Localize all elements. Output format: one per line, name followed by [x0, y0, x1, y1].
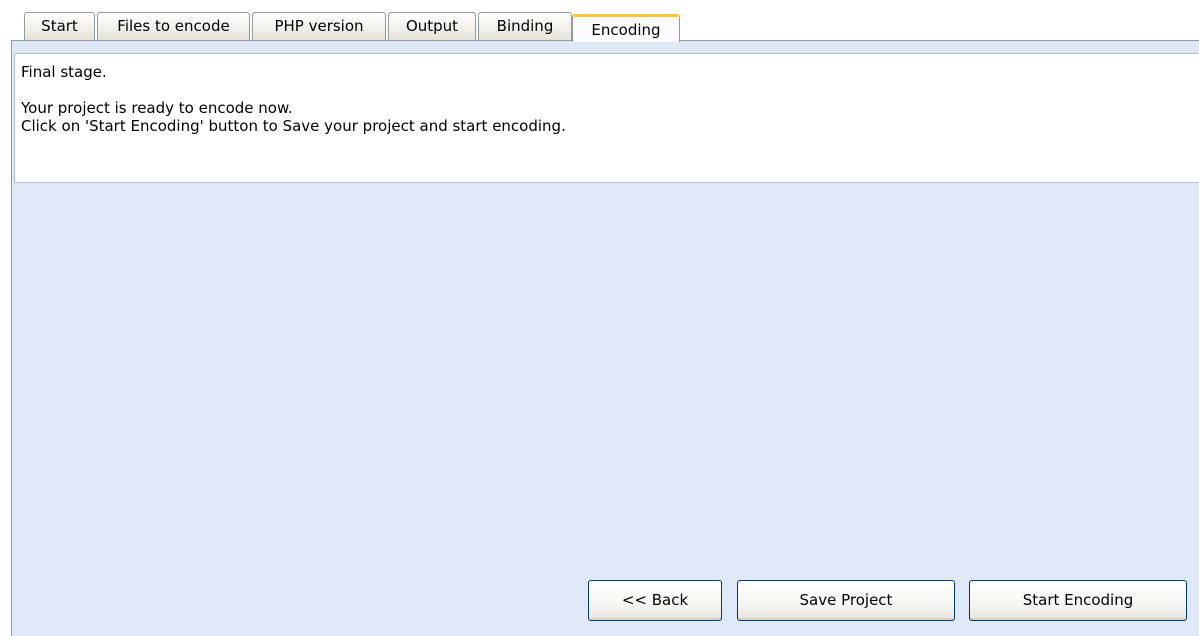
info-box: Final stage. Your project is ready to en… — [14, 53, 1199, 183]
encoding-panel: Final stage. Your project is ready to en… — [11, 41, 1199, 636]
encoder-window: Start Files to encode PHP version Output… — [0, 0, 1199, 636]
tab-output[interactable]: Output — [388, 12, 476, 40]
tab-encoding[interactable]: Encoding — [572, 14, 680, 42]
info-final-stage: Final stage. — [21, 63, 107, 81]
tab-start[interactable]: Start — [24, 12, 95, 40]
tab-strip: Start Files to encode PHP version Output… — [0, 0, 1199, 42]
info-ready: Your project is ready to encode now. — [21, 99, 293, 117]
save-project-button[interactable]: Save Project — [737, 580, 955, 621]
info-spacer — [21, 81, 1194, 99]
tab-files-to-encode[interactable]: Files to encode — [97, 12, 250, 40]
back-button[interactable]: << Back — [588, 580, 722, 621]
tab-php-version[interactable]: PHP version — [252, 12, 386, 40]
start-encoding-button[interactable]: Start Encoding — [969, 580, 1187, 621]
tab-binding[interactable]: Binding — [478, 12, 572, 40]
info-instructions: Click on 'Start Encoding' button to Save… — [21, 117, 566, 135]
